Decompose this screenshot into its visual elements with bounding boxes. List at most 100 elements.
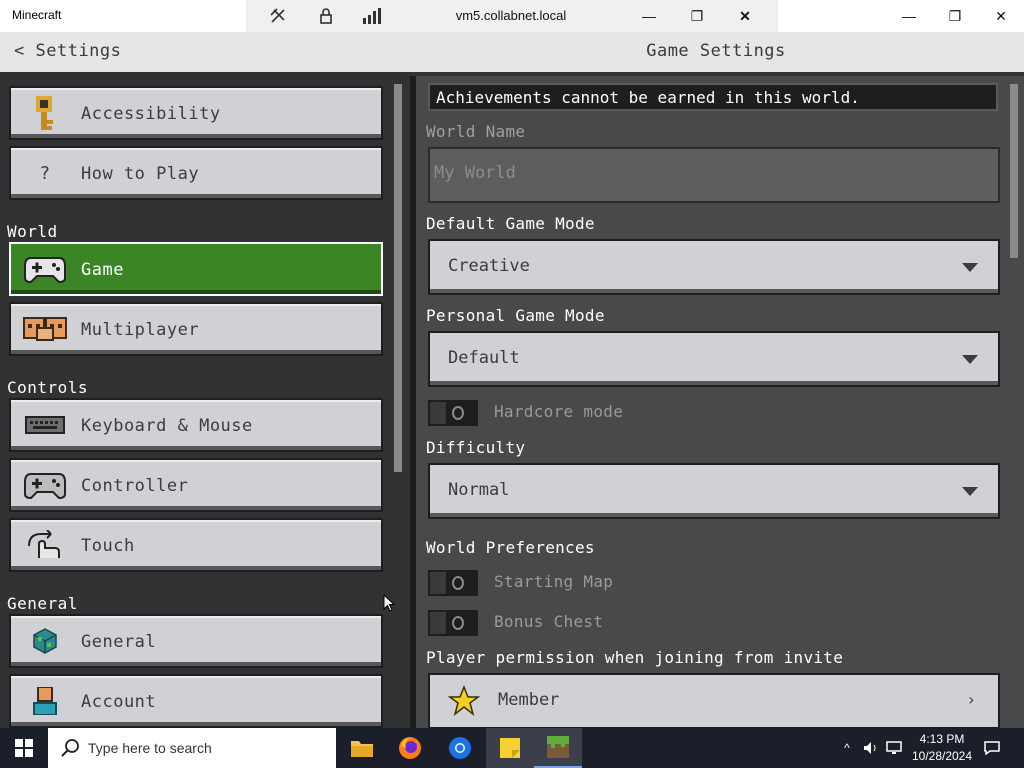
sidebar-item-general[interactable]: General (9, 614, 383, 668)
taskbar-sticky-notes[interactable] (486, 728, 534, 768)
settings-header: < Settings Game Settings (0, 32, 1024, 72)
clock-date: 10/28/2024 (911, 749, 973, 763)
star-icon (447, 684, 481, 722)
taskbar-clock[interactable]: 4:13 PM 10/28/2024 (904, 731, 980, 765)
mouse-cursor-icon (383, 593, 396, 616)
sticky-note-icon (500, 738, 520, 758)
taskbar-search-box[interactable]: Type here to search (48, 728, 336, 768)
sidebar-item-label: Accessibility (81, 104, 221, 124)
start-button[interactable] (0, 728, 48, 768)
restore-button[interactable]: ❐ (932, 0, 978, 32)
sidebar-item-keyboard-mouse[interactable]: Keyboard & Mouse (9, 398, 383, 452)
signal-icon[interactable] (362, 6, 382, 26)
difficulty-label: Difficulty (426, 438, 526, 457)
keyboard-icon (23, 408, 67, 442)
search-icon (60, 738, 80, 762)
key-icon (23, 96, 67, 130)
sidebar-item-game[interactable]: Game (9, 242, 383, 296)
difficulty-dropdown[interactable]: Normal (428, 463, 1000, 519)
default-game-mode-dropdown[interactable]: Creative (428, 239, 1000, 295)
sidebar-item-account[interactable]: Account (9, 674, 383, 728)
player-permission-label: Player permission when joining from invi… (426, 648, 844, 667)
taskbar-chrome[interactable] (436, 728, 484, 768)
tray-chevron-up-icon[interactable]: ^ (838, 728, 856, 768)
back-label: Settings (35, 41, 122, 61)
sidebar-item-label: How to Play (81, 164, 200, 184)
page-title: Game Settings (646, 41, 786, 61)
hardcore-mode-toggle[interactable] (428, 400, 478, 426)
chevron-right-icon: › (966, 690, 976, 709)
sidebar-item-controller[interactable]: Controller (9, 458, 383, 512)
bonus-chest-label: Bonus Chest (494, 612, 604, 631)
world-name-input[interactable]: My World (428, 147, 1000, 203)
sidebar-item-label: General (81, 632, 157, 652)
world-name-label: World Name (426, 122, 526, 141)
folder-icon (351, 741, 373, 757)
taskbar-firefox[interactable] (386, 728, 434, 768)
sidebar-item-label: Game (81, 260, 124, 280)
volume-icon[interactable] (860, 728, 882, 768)
firefox-icon (399, 737, 421, 759)
sidebar-item-label: Keyboard & Mouse (81, 416, 253, 436)
close-button[interactable]: ✕ (978, 0, 1024, 32)
lock-icon[interactable] (316, 6, 336, 26)
bonus-chest-toggle[interactable] (428, 610, 478, 636)
world-preferences-label: World Preferences (426, 538, 595, 557)
network-icon[interactable] (884, 728, 904, 768)
clock-time: 4:13 PM (919, 732, 965, 746)
personal-game-mode-dropdown[interactable]: Default (428, 331, 1000, 387)
default-game-mode-label: Default Game Mode (426, 214, 595, 233)
chevron-down-icon (962, 263, 978, 272)
windows-taskbar: Type here to search ^ 4:13 PM 10/28/2024 (0, 728, 1024, 768)
dropdown-value: Default (448, 348, 520, 368)
remote-host-label: vm5.collabnet.local (455, 8, 567, 23)
sidebar-item-multiplayer[interactable]: Multiplayer (9, 302, 383, 356)
section-label-controls: Controls (7, 378, 89, 397)
minimize-button[interactable]: — (886, 0, 932, 32)
app-title: Minecraft (12, 8, 62, 22)
taskbar-file-explorer[interactable] (338, 728, 386, 768)
account-icon (23, 684, 67, 718)
unpin-icon[interactable] (268, 6, 288, 26)
window-title-bar: Minecraft vm5.collabnet.local — ❐ ✕ — ❐ … (0, 0, 1024, 32)
back-button[interactable]: < Settings (14, 41, 121, 61)
question-icon: ? (39, 162, 51, 184)
player-permission-value: Member (498, 690, 560, 710)
sidebar-item-label: Controller (81, 476, 189, 496)
personal-game-mode-label: Personal Game Mode (426, 306, 605, 325)
remote-desktop-bar: vm5.collabnet.local — ❐ ✕ (246, 0, 778, 32)
section-label-general: General (7, 594, 78, 613)
sidebar-item-label: Touch (81, 536, 135, 556)
chevron-down-icon (962, 355, 978, 364)
player-permission-button[interactable]: Member › (428, 673, 1000, 729)
sidebar-item-label: Account (81, 692, 157, 712)
controller-icon (23, 468, 67, 502)
sidebar-item-how-to-play[interactable]: ? How to Play (9, 146, 383, 200)
dropdown-value: Creative (448, 256, 530, 276)
gamepad-icon (23, 252, 67, 286)
settings-scrollbar[interactable] (1010, 84, 1018, 258)
taskbar-minecraft[interactable] (534, 728, 582, 768)
sidebar-scrollbar[interactable] (394, 84, 402, 472)
remote-restore-button[interactable]: ❐ (674, 0, 720, 32)
globe-cube-icon (23, 624, 67, 658)
chevron-left-icon: < (14, 41, 25, 61)
remote-close-button[interactable]: ✕ (722, 0, 768, 32)
notifications-icon[interactable] (980, 728, 1004, 768)
section-label-world: World (7, 222, 58, 241)
minecraft-grass-icon (547, 736, 569, 758)
starting-map-label: Starting Map (494, 572, 614, 591)
players-icon (23, 312, 67, 346)
chrome-icon (449, 737, 471, 759)
starting-map-toggle[interactable] (428, 570, 478, 596)
sidebar-item-accessibility[interactable]: Accessibility (9, 86, 383, 140)
achievements-notice: Achievements cannot be earned in this wo… (428, 83, 998, 111)
dropdown-value: Normal (448, 480, 510, 500)
search-placeholder: Type here to search (88, 740, 212, 756)
chevron-down-icon (962, 487, 978, 496)
touch-icon (23, 528, 67, 562)
hardcore-mode-label: Hardcore mode (494, 402, 624, 421)
sidebar-item-label: Multiplayer (81, 320, 200, 340)
remote-minimize-button[interactable]: — (626, 0, 672, 32)
sidebar-item-touch[interactable]: Touch (9, 518, 383, 572)
